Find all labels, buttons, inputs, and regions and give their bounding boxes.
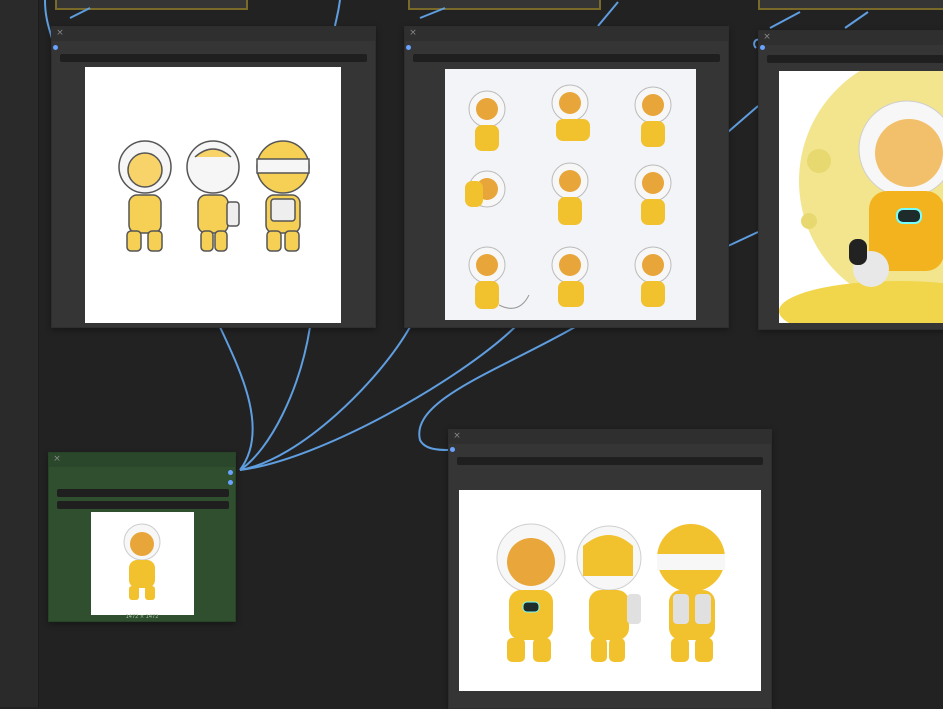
poses-image [445,69,696,320]
node-widget[interactable] [57,489,229,497]
top-node-3[interactable] [758,0,943,10]
cat-on-moon [779,71,943,323]
top-node-1[interactable] [55,0,248,10]
input-port[interactable] [406,45,411,50]
wire [769,11,801,29]
wire [239,326,411,471]
image-node-poses[interactable]: × [404,26,729,328]
preview-cat [123,523,161,600]
node-canvas[interactable]: × × × × 1472 × 1472 × [0,0,943,709]
input-port[interactable] [228,470,233,475]
wire [334,0,341,27]
close-icon[interactable]: × [452,431,462,441]
node-titlebar[interactable]: × [759,31,943,45]
input-port[interactable] [760,45,765,50]
node-widget[interactable] [457,457,763,465]
image-node-moon[interactable]: × [758,30,943,330]
wire [844,11,869,29]
input-port[interactable] [450,447,455,452]
nine-pose-grid [465,84,672,309]
wire [727,105,759,133]
node-titlebar[interactable]: × [49,453,235,467]
node-titlebar[interactable]: × [52,27,375,41]
wire [727,231,759,247]
close-icon[interactable]: × [55,28,65,38]
wire [219,326,254,471]
node-titlebar[interactable]: × [405,27,728,41]
node-widget[interactable] [60,54,367,62]
wire [239,326,311,471]
preview-caption: 1472 × 1472 [125,614,159,620]
node-widget[interactable] [413,54,720,62]
three-view-sketch [118,140,310,252]
close-icon[interactable]: × [762,32,772,42]
render-image [459,490,761,691]
node-titlebar[interactable]: × [449,430,771,444]
top-node-2[interactable] [408,0,601,10]
close-icon[interactable]: × [408,28,418,38]
three-view-render [496,523,725,662]
sketch-image [85,67,341,323]
input-port[interactable] [53,45,58,50]
close-icon[interactable]: × [52,454,62,464]
image-node-render[interactable]: × [448,429,772,709]
preview-image [91,512,194,615]
preview-node[interactable]: × 1472 × 1472 [48,452,236,622]
input-port[interactable] [228,480,233,485]
image-node-sketch[interactable]: × [51,26,376,328]
moon-image [779,71,943,323]
wire [597,1,619,27]
node-widget[interactable] [767,55,943,63]
node-widget[interactable] [57,501,229,509]
